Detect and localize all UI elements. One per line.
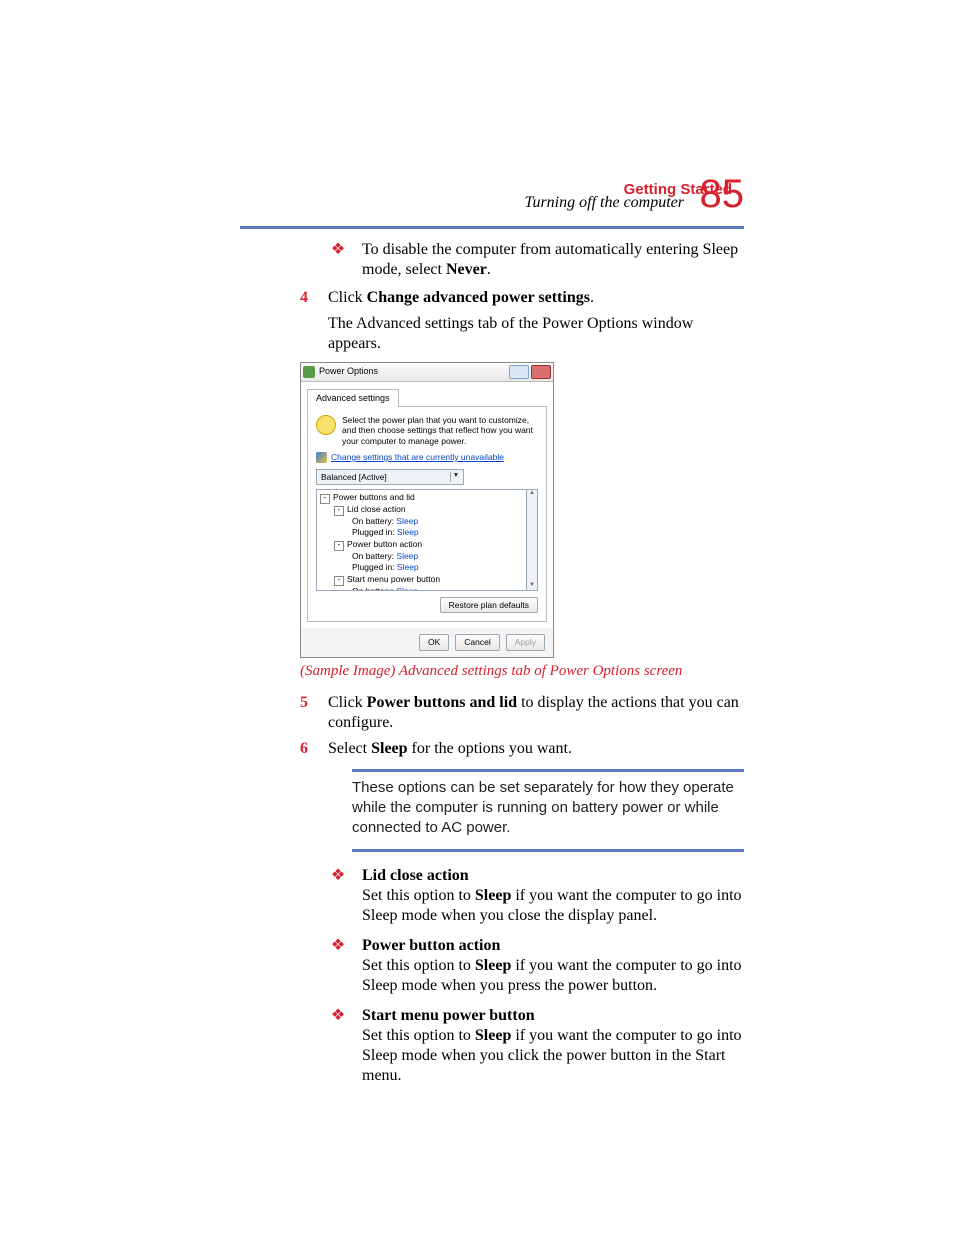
step-4: 4 Click Change advanced power settings. (300, 288, 744, 308)
diamond-bullet-icon: ❖ (328, 240, 348, 280)
screenshot-caption: (Sample Image) Advanced settings tab of … (300, 662, 744, 681)
power-options-icon (303, 366, 315, 378)
help-button[interactable] (509, 365, 529, 379)
info-row: Select the power plan that you want to c… (316, 415, 538, 446)
settings-tree[interactable]: -Power buttons and lid -Lid close action… (316, 489, 527, 591)
dialog-titlebar: Power Options (301, 363, 553, 382)
sub-bullet-list: ❖ Lid close action Set this option to Sl… (328, 866, 744, 1086)
page-content: ❖ To disable the computer from automatic… (300, 240, 744, 1096)
manual-page: Getting Started 85 Turning off the compu… (0, 0, 954, 1235)
scrollbar[interactable]: ▲▼ (527, 489, 538, 591)
diamond-bullet-icon: ❖ (328, 1006, 348, 1086)
restore-defaults-button[interactable]: Restore plan defaults (440, 597, 538, 614)
power-options-screenshot: Power Options Advanced settings Select t… (300, 362, 554, 658)
lightbulb-icon (316, 415, 336, 435)
plan-combobox[interactable]: Balanced [Active] ▼ (316, 469, 464, 485)
step-4-para: The Advanced settings tab of the Power O… (328, 314, 744, 354)
minus-icon[interactable]: - (334, 576, 344, 586)
sub-bullet-lid: ❖ Lid close action Set this option to Sl… (328, 866, 744, 926)
minus-icon[interactable]: - (334, 541, 344, 551)
restore-row: Restore plan defaults (316, 597, 538, 614)
step-text: Click Power buttons and lid to display t… (328, 693, 744, 733)
minus-icon[interactable]: - (334, 506, 344, 516)
dialog-footer: OK Cancel Apply (301, 628, 553, 657)
header-rule (240, 226, 744, 229)
close-button[interactable] (531, 365, 551, 379)
diamond-bullet-icon: ❖ (328, 936, 348, 996)
sub-bullet-start-menu: ❖ Start menu power button Set this optio… (328, 1006, 744, 1086)
sub-bullet-body: Lid close action Set this option to Slee… (362, 866, 744, 926)
tab-panel: Select the power plan that you want to c… (307, 406, 547, 622)
sub-bullet-body: Start menu power button Set this option … (362, 1006, 744, 1086)
step-6: 6 Select Sleep for the options you want. (300, 739, 744, 759)
apply-button[interactable]: Apply (506, 634, 545, 651)
uac-link-row: Change settings that are currently unava… (316, 452, 538, 463)
page-header: Getting Started 85 Turning off the compu… (524, 180, 744, 212)
plan-value: Balanced [Active] (321, 472, 387, 483)
step-number: 4 (300, 288, 314, 308)
minus-icon[interactable]: - (320, 494, 330, 504)
advanced-settings-tab[interactable]: Advanced settings (307, 389, 399, 407)
window-buttons (509, 365, 551, 379)
shield-icon (316, 452, 327, 463)
note-rule-bottom (352, 849, 744, 852)
note-rule-top (352, 769, 744, 772)
step-text: Click Change advanced power settings. (328, 288, 594, 308)
ok-button[interactable]: OK (419, 634, 449, 651)
page-number: 85 (700, 172, 745, 217)
tree-wrap: -Power buttons and lid -Lid close action… (316, 489, 538, 591)
chevron-down-icon: ▼ (450, 472, 461, 482)
cancel-button[interactable]: Cancel (455, 634, 499, 651)
bullet-never: ❖ To disable the computer from automatic… (328, 240, 744, 280)
note-text: These options can be set separately for … (352, 778, 744, 839)
step-text: Select Sleep for the options you want. (328, 739, 572, 759)
step-5: 5 Click Power buttons and lid to display… (300, 693, 744, 733)
step-number: 6 (300, 739, 314, 759)
dialog-title: Power Options (319, 366, 509, 377)
sub-bullet-power-button: ❖ Power button action Set this option to… (328, 936, 744, 996)
info-text: Select the power plan that you want to c… (342, 415, 538, 446)
dialog-body: Advanced settings Select the power plan … (301, 382, 553, 657)
sub-bullet-body: Power button action Set this option to S… (362, 936, 744, 996)
section-title: Turning off the computer (524, 194, 684, 212)
diamond-bullet-icon: ❖ (328, 866, 348, 926)
step-number: 5 (300, 693, 314, 733)
change-settings-link[interactable]: Change settings that are currently unava… (331, 452, 504, 463)
bullet-text: To disable the computer from automatical… (362, 240, 744, 280)
